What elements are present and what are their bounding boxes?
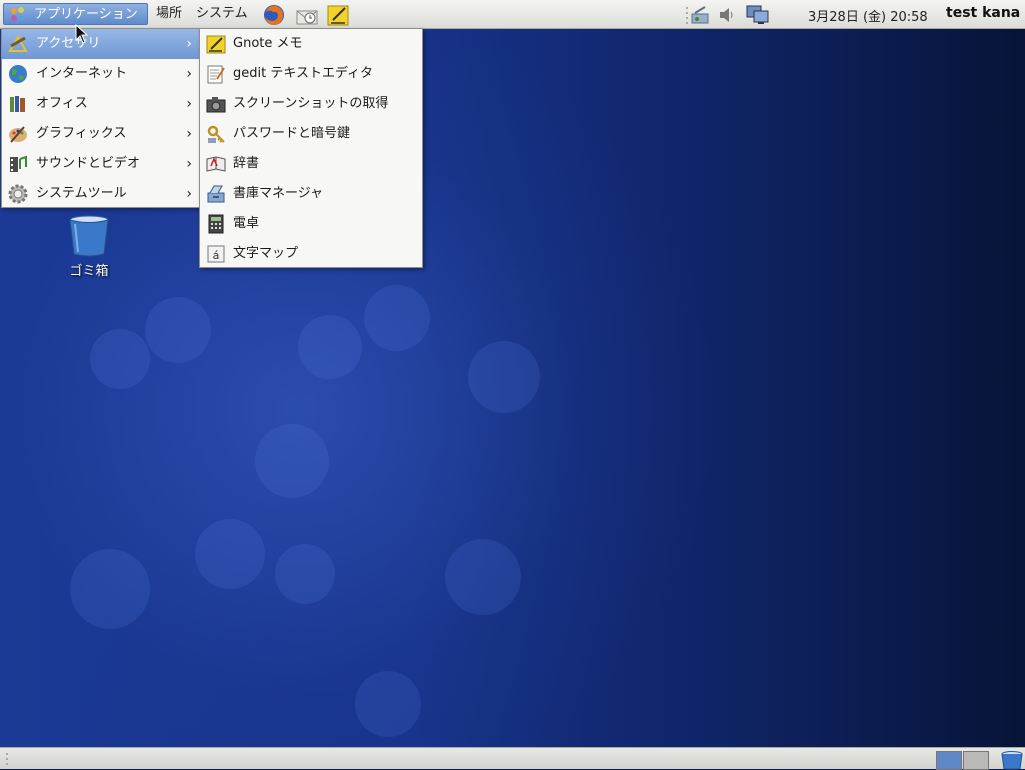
firefox-launcher-icon[interactable] [262,3,286,27]
clock[interactable]: 3月28日 (金) 20:58 [808,6,928,25]
applications-menu-button[interactable]: アプリケーション [3,3,148,25]
trash-label: ゴミ箱 [69,264,109,279]
calculator-icon [208,214,224,234]
bokeh [145,297,211,363]
menu-item-accessories[interactable]: アクセサリ › [2,29,200,59]
globe-icon [9,65,27,83]
character-map-icon: á [207,245,225,263]
dictionary-book-icon [206,156,226,172]
menu-item-label: サウンドとビデオ [36,156,141,171]
submenu-arrow-icon: › [186,96,192,112]
bokeh [195,519,265,589]
submenu-arrow-icon: › [186,156,192,172]
menu-item-dictionary[interactable]: 辞書 [200,149,422,179]
menu-item-archive-manager[interactable]: 書庫マネージャ [200,179,422,209]
menu-item-gnote[interactable]: Gnote メモ [200,29,422,59]
menu-item-calculator[interactable]: 電卓 [200,209,422,239]
menu-item-system-tools[interactable]: システムツール › [2,179,200,209]
menu-item-label: グラフィックス [36,126,127,141]
network-status-icon[interactable] [689,4,713,26]
trash-icon [69,215,109,257]
menu-item-label: 辞書 [233,156,260,171]
volume-icon[interactable] [717,4,739,26]
submenu-arrow-icon: › [186,126,192,142]
gear-icon [8,184,28,204]
accessories-icon [8,34,28,52]
places-menu-button[interactable]: 場所 [150,3,188,25]
menu-item-screenshot[interactable]: スクリーンショットの取得 [200,89,422,119]
menu-item-label: オフィス [36,96,88,111]
key-icon [207,125,225,143]
bottom-panel [0,747,1025,770]
bokeh [355,671,421,737]
submenu-arrow-icon: › [186,66,192,82]
bokeh [298,315,362,379]
top-panel: アプリケーション 場所 システム 3月28日 (金) 20:58 test ka… [0,0,1025,29]
menu-item-graphics[interactable]: グラフィックス › [2,119,200,149]
menu-item-internet[interactable]: インターネット › [2,59,200,89]
bokeh [90,329,150,389]
menu-item-sound-video[interactable]: サウンドとビデオ › [2,149,200,179]
workspace-2[interactable] [963,751,989,770]
menu-item-label: スクリーンショットの取得 [233,96,389,111]
menu-item-label: gedit テキストエディタ [233,66,374,81]
applications-menu: アクセサリ › インターネット › オフィス › グラフィックス › サウンドと… [1,28,201,208]
menu-item-label: インターネット [36,66,128,81]
system-menu-label: システム [196,6,248,21]
mouse-pointer-icon [75,24,89,44]
workspace-1[interactable] [936,751,962,770]
gnome-foot-icon [11,7,24,21]
office-icon [10,96,25,112]
places-menu-label: 場所 [156,6,183,21]
menu-item-gedit[interactable]: gedit テキストエディタ [200,59,422,89]
applications-menu-label: アプリケーション [34,7,138,22]
menu-item-label: パスワードと暗号鍵 [233,126,351,141]
bokeh [364,285,430,351]
bokeh [255,424,329,498]
user-switcher[interactable]: test kana [946,5,1020,21]
camera-icon [206,97,226,113]
display-icon[interactable] [745,4,771,26]
panel-handle-icon [6,753,8,765]
svg-text:á: á [213,249,220,262]
archive-icon [207,185,225,203]
sound-video-icon [10,155,27,172]
menu-item-label: 文字マップ [233,246,299,261]
mail-clock-launcher-icon[interactable] [295,3,319,27]
menu-item-character-map[interactable]: á 文字マップ [200,239,422,269]
system-menu-button[interactable]: システム [190,3,254,25]
menu-item-label: 書庫マネージャ [233,186,324,201]
menu-item-office[interactable]: オフィス › [2,89,200,119]
menu-item-passwords-keys[interactable]: パスワードと暗号鍵 [200,119,422,149]
gnote-note-icon [206,35,226,54]
text-editor-icon [207,65,225,84]
menu-item-label: 電卓 [233,216,260,231]
bokeh [275,544,335,604]
submenu-arrow-icon: › [186,36,192,52]
accessories-submenu: Gnote メモ gedit テキストエディタ スクリーンショットの取得 パスワ… [199,28,423,268]
menu-item-label: Gnote メモ [233,36,303,51]
bokeh [445,539,521,615]
bokeh [70,549,150,629]
menu-item-label: アクセサリ [36,36,101,51]
bokeh [468,341,540,413]
graphics-palette-icon [9,126,27,143]
note-launcher-icon[interactable] [326,3,350,27]
submenu-arrow-icon: › [186,186,192,202]
trash-desktop-icon[interactable]: ゴミ箱 [60,214,118,279]
menu-item-label: システムツール [36,186,127,201]
trash-applet-icon[interactable] [1000,750,1024,770]
